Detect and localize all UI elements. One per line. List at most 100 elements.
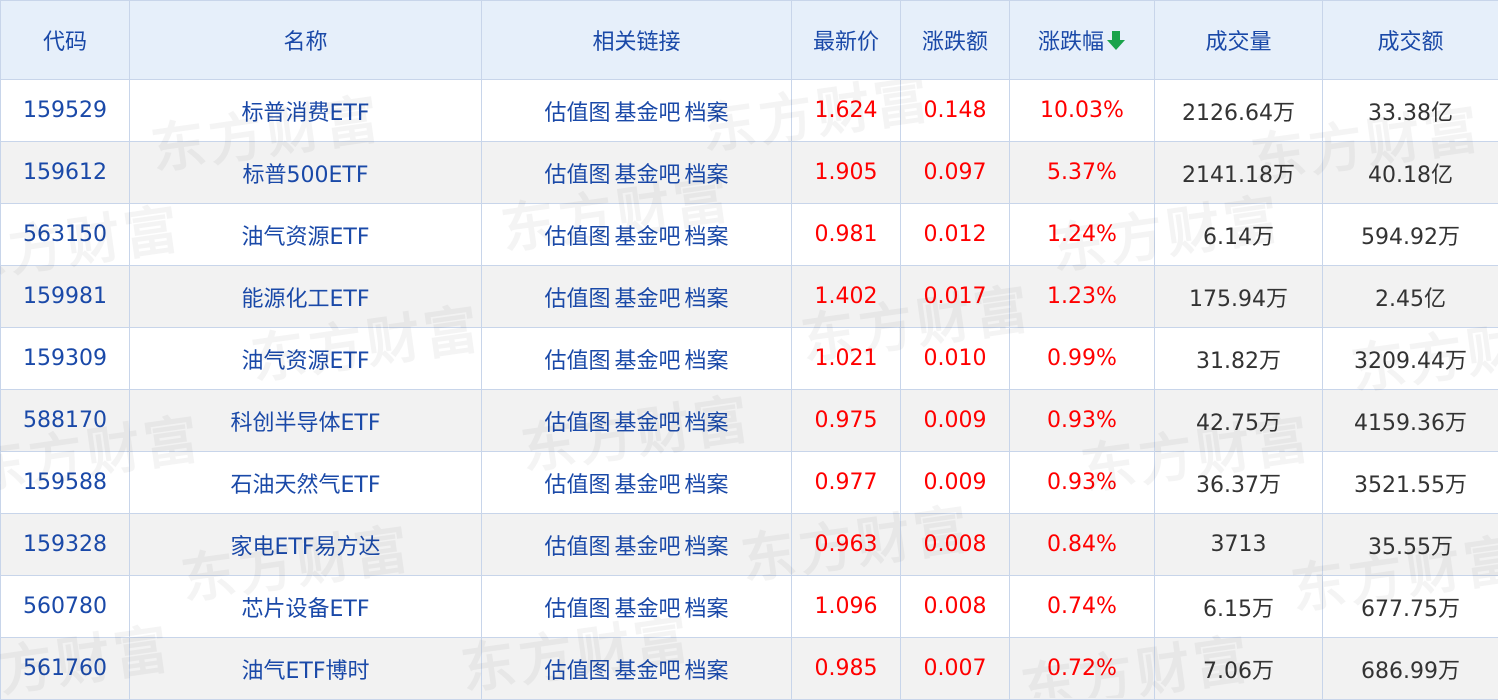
fund-name[interactable]: 油气资源ETF bbox=[130, 204, 482, 266]
fund-code[interactable]: 563150 bbox=[1, 204, 130, 266]
valuation-chart-link[interactable]: 估值图 bbox=[544, 473, 610, 498]
header-price[interactable]: 最新价 bbox=[792, 1, 901, 80]
etf-table: 代码 名称 相关链接 最新价 涨跌额 涨跌幅 成交量 成交额 159529标普消… bbox=[0, 0, 1498, 700]
latest-price: 1.905 bbox=[792, 142, 901, 204]
valuation-chart-link[interactable]: 估值图 bbox=[544, 411, 610, 436]
table-row: 563150油气资源ETF估值图基金吧档案0.9810.0121.24%6.14… bbox=[1, 204, 1498, 266]
header-change-pct[interactable]: 涨跌幅 bbox=[1010, 1, 1155, 80]
fund-forum-link[interactable]: 基金吧 bbox=[614, 163, 680, 188]
trade-volume: 42.75万 bbox=[1155, 390, 1323, 452]
header-volume[interactable]: 成交量 bbox=[1155, 1, 1323, 80]
change-amount: 0.009 bbox=[901, 390, 1010, 452]
change-amount: 0.012 bbox=[901, 204, 1010, 266]
fund-name[interactable]: 能源化工ETF bbox=[130, 266, 482, 328]
valuation-chart-link[interactable]: 估值图 bbox=[544, 101, 610, 126]
fund-profile-link[interactable]: 档案 bbox=[685, 473, 729, 498]
table-row: 588170科创半导体ETF估值图基金吧档案0.9750.0090.93%42.… bbox=[1, 390, 1498, 452]
trade-volume: 175.94万 bbox=[1155, 266, 1323, 328]
fund-forum-link[interactable]: 基金吧 bbox=[614, 101, 680, 126]
related-links: 估值图基金吧档案 bbox=[482, 80, 792, 142]
fund-code[interactable]: 588170 bbox=[1, 390, 130, 452]
fund-name[interactable]: 油气资源ETF bbox=[130, 328, 482, 390]
valuation-chart-link[interactable]: 估值图 bbox=[544, 597, 610, 622]
fund-code[interactable]: 159309 bbox=[1, 328, 130, 390]
trade-amount: 594.92万 bbox=[1323, 204, 1498, 266]
change-percent: 0.84% bbox=[1010, 514, 1155, 576]
fund-name[interactable]: 石油天然气ETF bbox=[130, 452, 482, 514]
header-name[interactable]: 名称 bbox=[130, 1, 482, 80]
change-amount: 0.097 bbox=[901, 142, 1010, 204]
table-body: 159529标普消费ETF估值图基金吧档案1.6240.14810.03%212… bbox=[1, 80, 1498, 700]
latest-price: 0.963 bbox=[792, 514, 901, 576]
fund-code[interactable]: 159588 bbox=[1, 452, 130, 514]
fund-name[interactable]: 标普消费ETF bbox=[130, 80, 482, 142]
fund-forum-link[interactable]: 基金吧 bbox=[614, 535, 680, 560]
related-links: 估值图基金吧档案 bbox=[482, 390, 792, 452]
fund-code[interactable]: 159529 bbox=[1, 80, 130, 142]
fund-code[interactable]: 159981 bbox=[1, 266, 130, 328]
header-change[interactable]: 涨跌额 bbox=[901, 1, 1010, 80]
fund-name[interactable]: 科创半导体ETF bbox=[130, 390, 482, 452]
valuation-chart-link[interactable]: 估值图 bbox=[544, 287, 610, 312]
fund-profile-link[interactable]: 档案 bbox=[685, 101, 729, 126]
valuation-chart-link[interactable]: 估值图 bbox=[544, 659, 610, 684]
table-row: 159612标普500ETF估值图基金吧档案1.9050.0975.37%214… bbox=[1, 142, 1498, 204]
fund-code[interactable]: 561760 bbox=[1, 638, 130, 700]
valuation-chart-link[interactable]: 估值图 bbox=[544, 163, 610, 188]
trade-volume: 6.14万 bbox=[1155, 204, 1323, 266]
latest-price: 0.985 bbox=[792, 638, 901, 700]
fund-profile-link[interactable]: 档案 bbox=[685, 287, 729, 312]
header-code[interactable]: 代码 bbox=[1, 1, 130, 80]
table-row: 159588石油天然气ETF估值图基金吧档案0.9770.0090.93%36.… bbox=[1, 452, 1498, 514]
fund-name[interactable]: 标普500ETF bbox=[130, 142, 482, 204]
change-percent: 1.23% bbox=[1010, 266, 1155, 328]
fund-forum-link[interactable]: 基金吧 bbox=[614, 225, 680, 250]
change-percent: 0.99% bbox=[1010, 328, 1155, 390]
fund-code[interactable]: 159612 bbox=[1, 142, 130, 204]
fund-profile-link[interactable]: 档案 bbox=[685, 225, 729, 250]
change-amount: 0.008 bbox=[901, 514, 1010, 576]
valuation-chart-link[interactable]: 估值图 bbox=[544, 535, 610, 560]
latest-price: 1.624 bbox=[792, 80, 901, 142]
change-percent: 1.24% bbox=[1010, 204, 1155, 266]
fund-forum-link[interactable]: 基金吧 bbox=[614, 473, 680, 498]
fund-profile-link[interactable]: 档案 bbox=[685, 597, 729, 622]
change-percent: 0.72% bbox=[1010, 638, 1155, 700]
change-amount: 0.148 bbox=[901, 80, 1010, 142]
fund-forum-link[interactable]: 基金吧 bbox=[614, 287, 680, 312]
fund-forum-link[interactable]: 基金吧 bbox=[614, 659, 680, 684]
table-row: 159309油气资源ETF估值图基金吧档案1.0210.0100.99%31.8… bbox=[1, 328, 1498, 390]
table-row: 159328家电ETF易方达 估值图基金吧档案 0.9630.0080.84%371… bbox=[1, 514, 1498, 576]
fund-code[interactable]: 560780 bbox=[1, 576, 130, 638]
fund-profile-link[interactable]: 档案 bbox=[685, 349, 729, 374]
trade-amount: 4159.36万 bbox=[1323, 390, 1498, 452]
arrow-down-icon[interactable] bbox=[1106, 29, 1126, 57]
trade-volume: 2126.64万 bbox=[1155, 80, 1323, 142]
fund-profile-link[interactable]: 档案 bbox=[685, 535, 729, 560]
fund-name[interactable]: 油气ETF博时 bbox=[130, 638, 482, 700]
trade-volume: 2141.18万 bbox=[1155, 142, 1323, 204]
fund-profile-link[interactable]: 档案 bbox=[685, 411, 729, 436]
trade-amount: 677.75万 bbox=[1323, 576, 1498, 638]
trade-volume: 3713 bbox=[1155, 514, 1323, 576]
fund-forum-link[interactable]: 基金吧 bbox=[614, 597, 680, 622]
trade-amount: 3209.44万 bbox=[1323, 328, 1498, 390]
valuation-chart-link[interactable]: 估值图 bbox=[544, 225, 610, 250]
header-amount[interactable]: 成交额 bbox=[1323, 1, 1498, 80]
change-percent: 10.03% bbox=[1010, 80, 1155, 142]
fund-profile-link[interactable]: 档案 bbox=[685, 659, 729, 684]
change-percent: 0.93% bbox=[1010, 390, 1155, 452]
fund-name[interactable]: 家电ETF易方达 bbox=[130, 514, 482, 576]
header-links: 相关链接 bbox=[482, 1, 792, 80]
fund-forum-link[interactable]: 基金吧 bbox=[614, 411, 680, 436]
fund-forum-link[interactable]: 基金吧 bbox=[614, 349, 680, 374]
fund-profile-link[interactable]: 档案 bbox=[685, 163, 729, 188]
change-amount: 0.010 bbox=[901, 328, 1010, 390]
valuation-chart-link[interactable]: 估值图 bbox=[544, 349, 610, 374]
fund-name[interactable]: 芯片设备ETF bbox=[130, 576, 482, 638]
related-links: 估值图基金吧档案 bbox=[482, 266, 792, 328]
related-links: 估值图基金吧档案 bbox=[482, 142, 792, 204]
trade-amount: 35.55万 bbox=[1323, 514, 1498, 576]
related-links: 估值图基金吧档案 bbox=[482, 328, 792, 390]
fund-code[interactable]: 159328 bbox=[1, 514, 130, 576]
